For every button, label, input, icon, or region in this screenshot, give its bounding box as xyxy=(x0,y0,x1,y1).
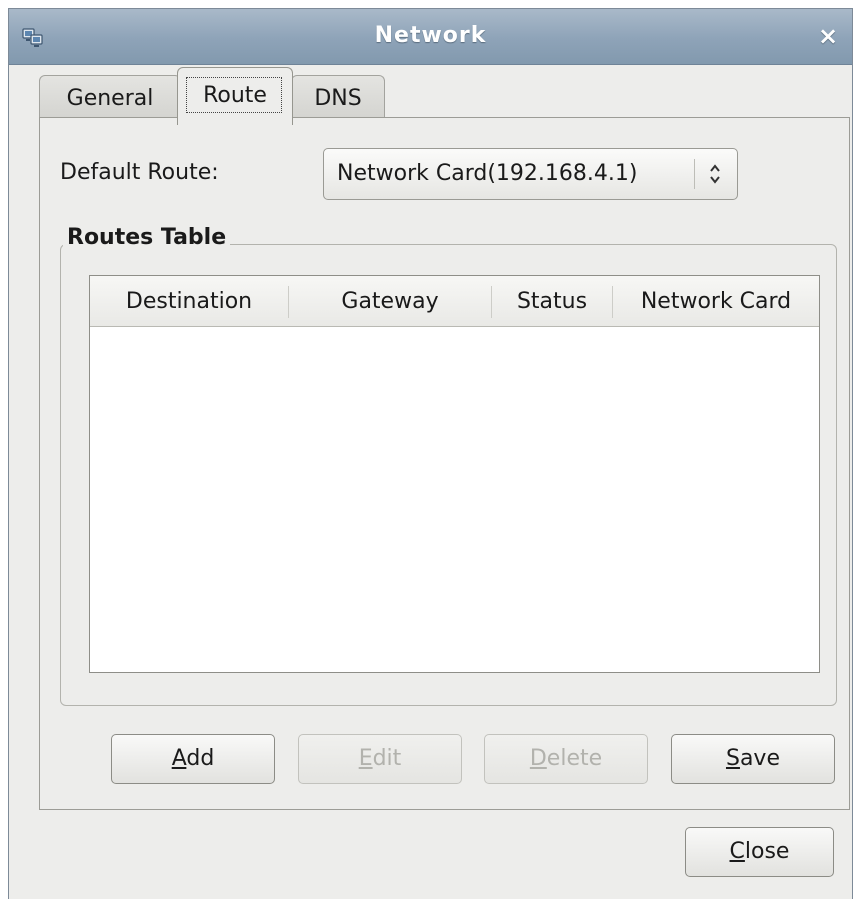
close-button-label: lose xyxy=(744,839,790,864)
delete-button-mnemonic: D xyxy=(529,746,547,771)
add-button-label: dd xyxy=(186,746,215,771)
tab-dns-label: DNS xyxy=(314,86,362,111)
window-title: Network xyxy=(374,23,487,48)
delete-button[interactable]: Delete xyxy=(484,734,648,784)
select-separator xyxy=(694,159,695,189)
column-header-gateway[interactable]: Gateway xyxy=(289,276,491,327)
window-close-icon[interactable]: × xyxy=(814,21,842,51)
save-button-label: ave xyxy=(739,746,780,771)
title-bar[interactable]: Network × xyxy=(9,9,852,65)
edit-button-label: dit xyxy=(372,746,402,771)
tab-general[interactable]: General xyxy=(39,75,181,123)
column-header-status[interactable]: Status xyxy=(492,276,612,327)
routes-table[interactable]: Destination Gateway Status Network Card xyxy=(89,275,820,673)
tab-general-label: General xyxy=(66,86,154,111)
save-button[interactable]: Save xyxy=(671,734,835,784)
table-header: Destination Gateway Status Network Card xyxy=(90,276,819,327)
edit-button-mnemonic: E xyxy=(358,746,373,771)
add-button[interactable]: Add xyxy=(111,734,275,784)
default-route-value: Network Card(192.168.4.1) xyxy=(337,161,638,186)
column-header-network-card[interactable]: Network Card xyxy=(613,276,819,327)
edit-button[interactable]: Edit xyxy=(298,734,462,784)
delete-button-label: elete xyxy=(546,746,603,771)
save-button-mnemonic: S xyxy=(725,746,740,771)
network-dialog: Network × General Route DNS Default Rout… xyxy=(8,8,853,899)
default-route-select[interactable]: Network Card(192.168.4.1) xyxy=(323,148,738,200)
column-header-destination[interactable]: Destination xyxy=(90,276,288,327)
route-tab-panel: Default Route: Network Card(192.168.4.1)… xyxy=(39,117,850,810)
table-body[interactable] xyxy=(90,328,819,672)
updown-arrows-icon xyxy=(710,164,720,184)
tab-route[interactable]: Route xyxy=(177,67,293,125)
routes-table-group: Routes Table Destination Gateway Status … xyxy=(60,225,837,706)
close-button-mnemonic: C xyxy=(729,839,745,864)
default-route-label: Default Route: xyxy=(60,160,219,185)
tab-route-label: Route xyxy=(203,83,267,108)
add-button-mnemonic: A xyxy=(171,746,187,771)
routes-table-title: Routes Table xyxy=(63,225,231,250)
tab-dns[interactable]: DNS xyxy=(291,75,385,123)
close-button[interactable]: Close xyxy=(685,827,834,877)
